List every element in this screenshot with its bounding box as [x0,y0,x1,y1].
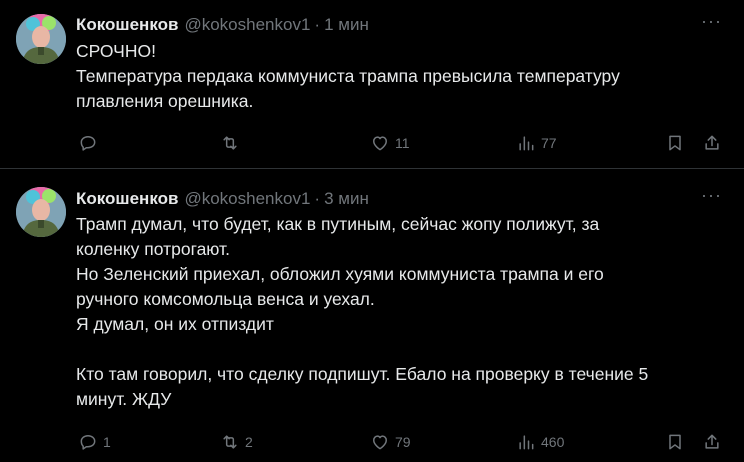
tweet-text-line: плавления орешника. [76,91,254,111]
reply-icon [80,136,96,151]
like-count: 11 [395,135,410,151]
bookmark-button[interactable] [665,429,685,455]
tweet[interactable]: Кокошенков @kokoshenkov1 · 1 мин ··· СРОЧНО… [0,0,744,169]
timestamp[interactable]: 3 мин [324,189,369,208]
author-name[interactable]: Кокошенков [76,15,178,34]
author-handle[interactable]: @kokoshenkov1 [184,15,310,34]
tweet[interactable]: Кокошенков @kokoshenkov1 · 3 мин ··· Трамп … [0,169,744,462]
timestamp[interactable]: 1 мин [324,15,369,34]
more-options-icon[interactable]: ··· [701,186,722,204]
tweet-text-line: Но Зеленский приехал, обложил хуями комм… [76,264,604,284]
tweet-text-line: Кто там говорил, что сделку подпишут. Еб… [76,364,649,384]
retweet-button[interactable] [220,130,245,156]
like-count: 79 [395,434,411,450]
retweet-button[interactable]: 2 [220,429,253,455]
retweet-icon [223,136,237,150]
tweet-header: Кокошенков @kokoshenkov1 · 1 мин [76,14,369,36]
bookmark-icon [669,434,681,450]
share-button[interactable] [702,429,722,455]
separator-dot: · [314,189,321,208]
views-count: 77 [541,135,557,151]
tweet-text-line: Я думал, он их отпиздит [76,314,274,334]
avatar[interactable] [16,14,66,64]
like-button[interactable]: 11 [370,130,410,156]
views-icon [519,435,534,450]
like-button[interactable]: 79 [370,429,411,455]
reply-button[interactable]: 1 [78,429,111,455]
views-icon [519,136,534,151]
separator-dot: · [314,15,321,34]
tweet-header: Кокошенков @kokoshenkov1 · 3 мин [76,188,369,210]
retweet-icon [223,435,237,449]
reply-icon [80,435,96,450]
tweet-text-line [76,337,726,362]
bookmark-icon [669,135,681,151]
tweet-text: Трамп думал, что будет, как в путиным, с… [76,212,726,412]
heart-icon [373,136,387,151]
tweet-text-line: ручного комсомольца венса и уехал. [76,289,375,309]
tweet-text-line: Температура пердака коммуниста трампа пр… [76,66,620,86]
avatar[interactable] [16,187,66,237]
author-name[interactable]: Кокошенков [76,189,178,208]
tweet-text-line: коленку потрогают. [76,239,230,259]
tweet-text-line: Трамп думал, что будет, как в путиным, с… [76,214,600,234]
tweet-actions: 1 2 79 460 [76,429,726,455]
heart-icon [373,435,387,450]
more-options-icon[interactable]: ··· [701,12,722,30]
tweet-text-line: СРОЧНО! [76,41,156,61]
reply-button[interactable] [78,130,103,156]
reply-count: 1 [103,434,111,450]
author-handle[interactable]: @kokoshenkov1 [184,189,310,208]
share-button[interactable] [702,130,722,156]
views-button[interactable]: 460 [516,429,564,455]
bookmark-button[interactable] [665,130,685,156]
share-icon [705,434,719,449]
tweet-actions: 11 77 [76,130,726,156]
retweet-count: 2 [245,434,253,450]
views-button[interactable]: 77 [516,130,557,156]
views-count: 460 [541,434,565,450]
tweet-text: СРОЧНО! Температура пердака коммуниста т… [76,39,726,114]
share-icon [705,135,719,150]
tweet-text-line: минут. ЖДУ [76,389,172,409]
